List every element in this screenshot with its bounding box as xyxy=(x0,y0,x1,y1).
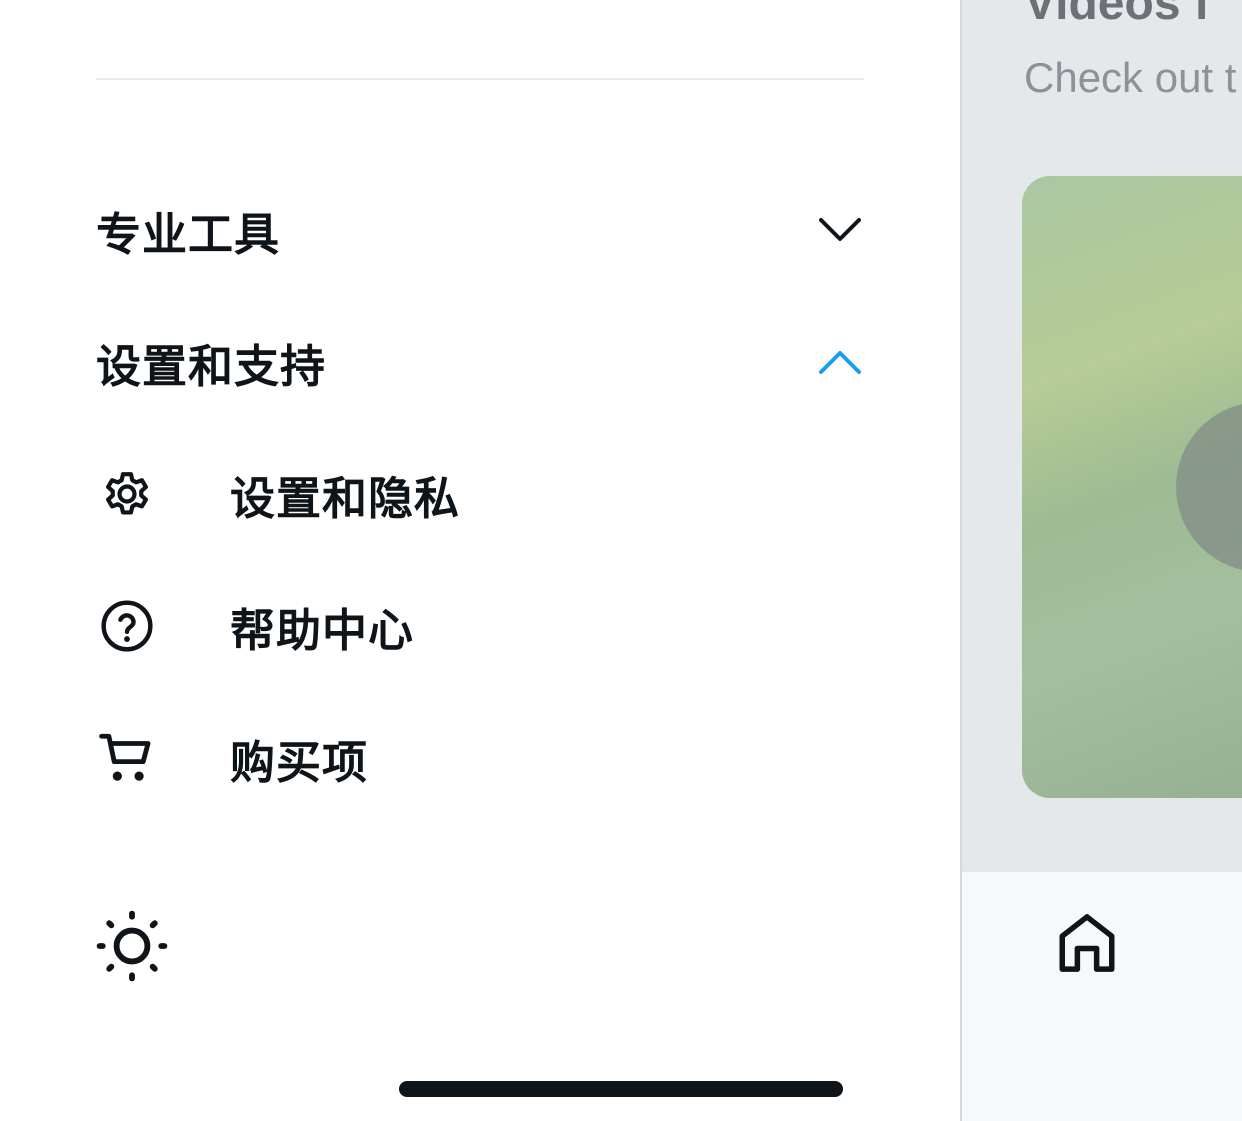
professional-tools-section[interactable]: 专业工具 xyxy=(96,190,864,270)
chevron-down-icon xyxy=(816,206,864,254)
sun-icon xyxy=(95,909,169,987)
settings-support-section[interactable]: 设置和支持 xyxy=(96,322,864,402)
help-circle-icon xyxy=(96,595,158,657)
main-content-dimmed[interactable]: Videos f Check out t xyxy=(960,0,1242,1121)
settings-privacy-item[interactable]: 设置和隐私 xyxy=(96,454,864,534)
section-title: Videos f xyxy=(1024,0,1210,30)
video-thumbnail[interactable] xyxy=(1022,176,1242,798)
play-button[interactable] xyxy=(1176,402,1242,572)
home-tab[interactable] xyxy=(1050,908,1124,982)
purchases-label: 购买项 xyxy=(230,735,369,789)
help-center-item[interactable]: 帮助中心 xyxy=(96,586,864,666)
bottom-tab-bar xyxy=(962,870,1242,1121)
gear-icon xyxy=(96,463,158,525)
side-drawer: 专业工具 设置和支持 设置和隐私 帮助中心 购买项 xyxy=(0,0,960,1121)
purchases-item[interactable]: 购买项 xyxy=(96,718,864,798)
help-center-label: 帮助中心 xyxy=(230,603,415,657)
settings-privacy-label: 设置和隐私 xyxy=(230,471,461,525)
section-subtitle: Check out t xyxy=(1024,54,1237,101)
display-settings-button[interactable] xyxy=(94,910,170,986)
professional-tools-label: 专业工具 xyxy=(96,207,281,261)
settings-support-label: 设置和支持 xyxy=(96,339,327,393)
home-icon xyxy=(1054,910,1120,980)
chevron-up-icon xyxy=(816,338,864,386)
home-indicator xyxy=(399,1081,843,1097)
shopping-cart-icon xyxy=(96,727,158,789)
divider xyxy=(96,78,864,80)
